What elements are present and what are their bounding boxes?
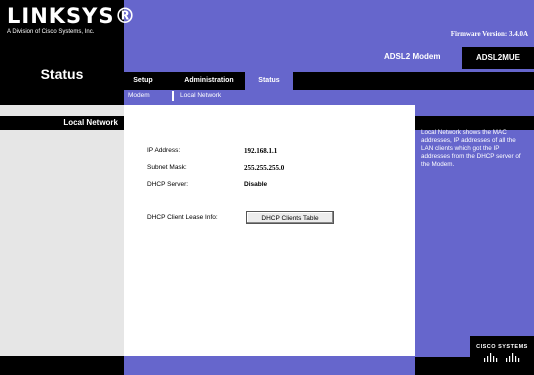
cisco-bridge-icon [484,353,520,362]
dhcp-lease-label: DHCP Client Lease Info: [147,214,218,221]
logo-subtitle: A Division of Cisco Systems, Inc. [7,29,95,35]
subnet-mask-label: Subnet Mask: [147,164,187,171]
main-content [124,105,415,357]
dhcp-server-value: Disable [244,181,268,188]
subnet-mask-value: 255.255.255.0 [244,164,285,172]
tab-status[interactable]: Status [245,72,293,90]
product-name: ADSL2 Modem [384,52,441,61]
help-text: Local Network shows the MAC addresses, I… [421,129,521,168]
dhcp-clients-table-button[interactable]: DHCP Clients Table [246,211,334,224]
tab-administration[interactable]: Administration [176,72,242,90]
subnav-separator [172,91,174,101]
model-number: ADSL2MUE [462,47,534,69]
left-column [0,105,124,375]
firmware-version: Firmware Version: 3.4.0A [450,30,528,38]
page-title: Status [40,66,84,82]
help-header-bar [415,116,534,130]
main-footer [124,356,415,375]
cisco-logo: CISCO SYSTEMS [476,344,528,350]
subnav-local-network[interactable]: Local Network [180,92,221,99]
tab-setup[interactable]: Setup [124,72,162,90]
linksys-logo: LINKSYS® [7,4,137,28]
section-title: Local Network [63,118,118,127]
subnav-modem[interactable]: Modem [128,92,150,99]
ip-address-label: IP Address: [147,147,181,154]
dhcp-server-label: DHCP Server: [147,181,189,188]
ip-address-value: 192.168.1.1 [244,147,278,155]
left-footer [0,356,124,375]
